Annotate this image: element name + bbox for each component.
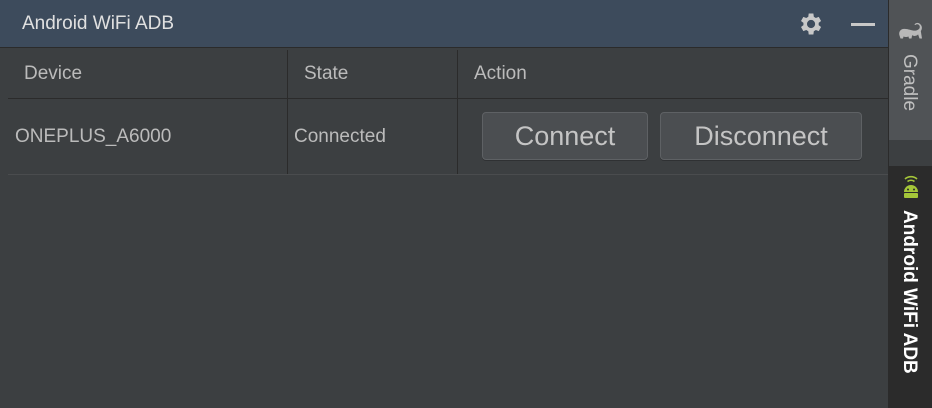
adb-tool-window: Android WiFi ADB Device State Action ONE… xyxy=(0,0,888,408)
device-state-cell: Connected xyxy=(288,99,458,174)
android-wifi-icon xyxy=(904,175,918,198)
sidebar-tab-android-wifi-adb[interactable]: Android WiFi ADB xyxy=(889,166,932,408)
right-tool-window-bar: Gradle Android WiFi ADB xyxy=(888,0,932,408)
table-row[interactable]: ONEPLUS_A6000 Connected Connect Disconne… xyxy=(8,99,888,175)
tool-window-title: Android WiFi ADB xyxy=(22,13,175,34)
panel-left-edge xyxy=(0,48,8,408)
device-action-cell: Connect Disconnect xyxy=(458,99,888,174)
connect-button[interactable]: Connect xyxy=(482,112,648,160)
column-header-device[interactable]: Device xyxy=(8,50,288,99)
device-name-cell: ONEPLUS_A6000 xyxy=(8,99,288,174)
sidebar-tab-android-wifi-adb-label: Android WiFi ADB xyxy=(899,210,920,374)
gear-icon[interactable] xyxy=(796,10,824,38)
disconnect-button[interactable]: Disconnect xyxy=(660,112,862,160)
sidebar-tab-gradle[interactable]: Gradle xyxy=(889,0,932,140)
devices-table-header: Device State Action xyxy=(8,50,888,99)
column-header-action[interactable]: Action xyxy=(458,50,888,99)
column-header-state[interactable]: State xyxy=(288,50,458,99)
sidebar-tab-gradle-label: Gradle xyxy=(899,54,920,112)
gradle-elephant-icon xyxy=(899,22,922,39)
tool-window-titlebar: Android WiFi ADB xyxy=(0,0,888,48)
minimize-icon[interactable] xyxy=(850,11,876,37)
